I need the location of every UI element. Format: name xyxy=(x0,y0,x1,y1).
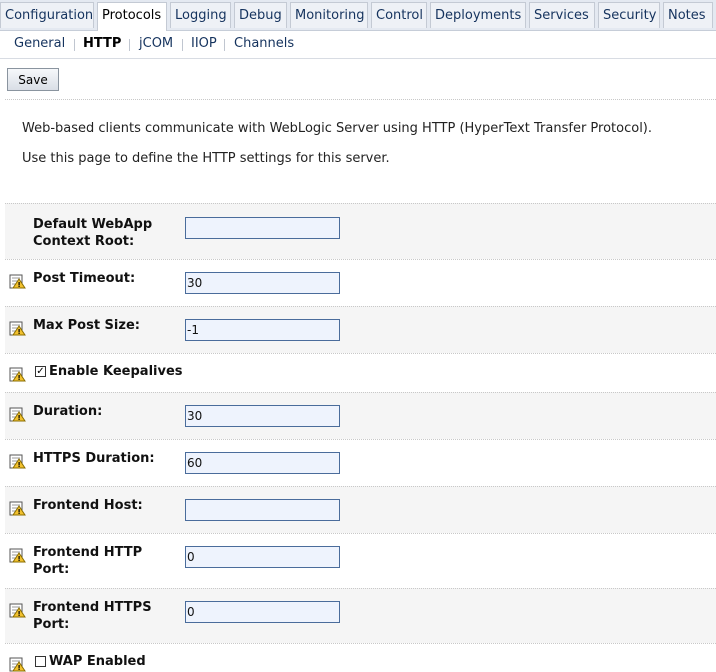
post-timeout-label: Post Timeout: xyxy=(33,271,136,286)
restart-warning-icon xyxy=(9,274,26,289)
top-tab-bar: Configuration Protocols Logging Debug Mo… xyxy=(0,0,716,31)
row-default-webapp-context-root: Default WebApp Context Root: xyxy=(5,203,716,259)
row-enable-keepalives: ✓ Enable Keepalives xyxy=(5,353,716,392)
frontend-host-input[interactable] xyxy=(185,499,340,521)
default-webapp-context-root-input[interactable] xyxy=(185,217,340,239)
wap-enabled-checkbox[interactable] xyxy=(35,656,46,667)
restart-warning-icon xyxy=(9,548,26,563)
enable-keepalives-label: Enable Keepalives xyxy=(49,364,183,379)
intro-usage: Use this page to define the HTTP setting… xyxy=(22,151,390,166)
restart-warning-icon xyxy=(9,501,26,516)
divider xyxy=(5,99,716,100)
row-frontend-https-port: Frontend HTTPS Port: xyxy=(5,588,716,643)
wap-enabled-control: WAP Enabled xyxy=(35,654,146,669)
subtab-channels[interactable]: Channels xyxy=(234,36,294,51)
frontend-host-label: Frontend Host: xyxy=(33,498,143,513)
intro-description: Web-based clients communicate with WebLo… xyxy=(22,121,653,136)
enable-keepalives-control: ✓ Enable Keepalives xyxy=(35,364,183,379)
frontend-http-port-label: Frontend HTTP Port: xyxy=(33,545,143,577)
https-duration-input[interactable] xyxy=(185,452,340,474)
tab-control[interactable]: Control xyxy=(371,2,427,28)
max-post-size-input[interactable] xyxy=(185,319,340,341)
restart-warning-icon xyxy=(9,454,26,469)
row-wap-enabled: WAP Enabled xyxy=(5,643,716,672)
row-max-post-size: Max Post Size: xyxy=(5,306,716,353)
subtab-separator xyxy=(129,39,130,51)
subtab-jcom[interactable]: jCOM xyxy=(139,36,173,51)
subtab-http[interactable]: HTTP xyxy=(83,36,121,51)
restart-warning-icon xyxy=(9,321,26,336)
duration-input[interactable] xyxy=(185,405,340,427)
frontend-https-port-input[interactable] xyxy=(185,601,340,623)
duration-label: Duration: xyxy=(33,404,103,419)
save-button[interactable]: Save xyxy=(7,68,59,91)
row-frontend-http-port: Frontend HTTP Port: xyxy=(5,533,716,588)
restart-warning-icon xyxy=(9,407,26,422)
subtab-separator xyxy=(74,39,75,51)
tab-deployments[interactable]: Deployments xyxy=(430,2,526,28)
subtab-iiop[interactable]: IIOP xyxy=(191,36,217,51)
row-post-timeout: Post Timeout: xyxy=(5,259,716,306)
max-post-size-label: Max Post Size: xyxy=(33,318,140,333)
frontend-http-port-input[interactable] xyxy=(185,546,340,568)
subtab-general[interactable]: General xyxy=(14,36,65,51)
tab-security[interactable]: Security xyxy=(598,2,660,28)
tab-logging[interactable]: Logging xyxy=(170,2,231,28)
tab-services[interactable]: Services xyxy=(529,2,595,28)
wap-enabled-label: WAP Enabled xyxy=(49,654,146,669)
restart-warning-icon xyxy=(9,657,26,672)
subtab-separator xyxy=(224,39,225,51)
post-timeout-input[interactable] xyxy=(185,272,340,294)
tab-monitoring[interactable]: Monitoring xyxy=(290,2,368,28)
restart-warning-icon xyxy=(9,603,26,618)
https-duration-label: HTTPS Duration: xyxy=(33,451,155,466)
row-https-duration: HTTPS Duration: xyxy=(5,439,716,486)
sub-tab-bar: General HTTP jCOM IIOP Channels xyxy=(0,31,716,59)
tab-protocols[interactable]: Protocols xyxy=(97,2,167,31)
row-duration: Duration: xyxy=(5,392,716,439)
frontend-https-port-label: Frontend HTTPS Port: xyxy=(33,600,152,632)
row-frontend-host: Frontend Host: xyxy=(5,486,716,533)
enable-keepalives-checkbox[interactable]: ✓ xyxy=(35,366,46,377)
restart-warning-icon xyxy=(9,367,26,382)
tab-notes[interactable]: Notes xyxy=(663,2,713,28)
tab-configuration[interactable]: Configuration xyxy=(0,2,94,28)
default-webapp-label: Default WebApp Context Root: xyxy=(33,217,153,249)
subtab-separator xyxy=(182,39,183,51)
tab-debug[interactable]: Debug xyxy=(234,2,287,28)
